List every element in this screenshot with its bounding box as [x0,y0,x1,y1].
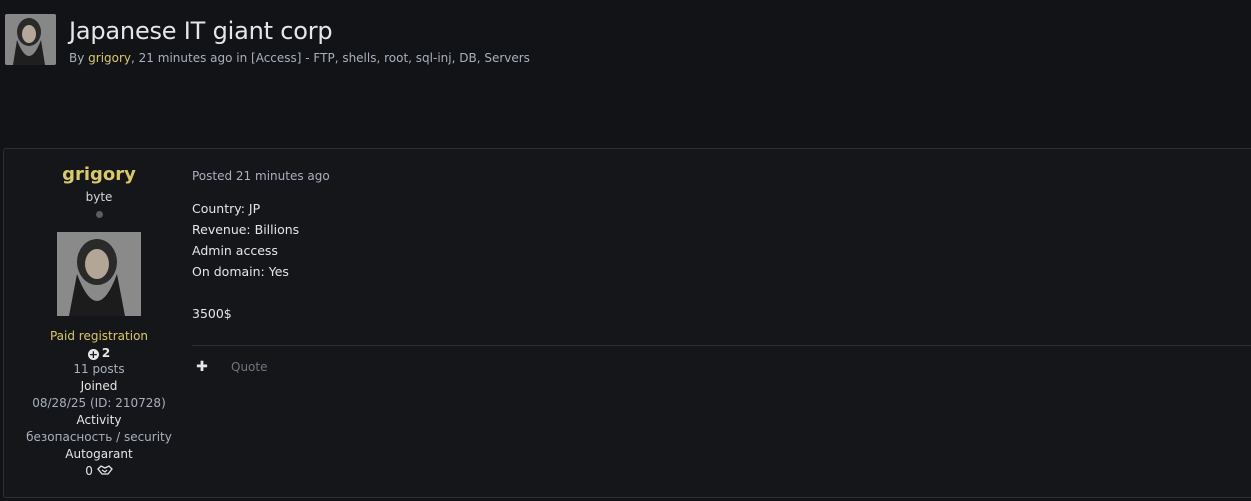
post-line: 3500$ [192,306,232,321]
meta-time: , 21 minutes ago in [131,51,252,65]
avatar[interactable] [5,14,56,65]
avatar-photo [57,232,141,316]
post-line: Country: JP [192,201,261,216]
plus-circle-icon: + [87,348,99,361]
topic-meta: By grigory, 21 minutes ago in [Access] -… [69,50,530,66]
post-actions: ✚ Quote [192,359,267,375]
post-content: Posted 21 minutes ago Country: JP Revenu… [192,149,1251,375]
post-body: Country: JP Revenue: Billions Admin acce… [192,198,1251,324]
topic-header: Japanese IT giant corp By grigory, 21 mi… [5,14,530,66]
activity-label: Activity [76,413,122,427]
post-line: Revenue: Billions [192,222,300,237]
joined-value: 08/28/25 (ID: 210728) [32,396,166,410]
joined-label: Joined [80,379,118,393]
author-rank: byte [85,190,113,204]
post-line [192,282,1251,303]
post-line: On domain: Yes [192,264,289,279]
autogarant-value: 0 [85,464,93,478]
meta-by: By [69,51,89,65]
reputation-value: 2 [101,346,111,360]
handshake-icon [96,465,113,475]
online-status-dot [95,211,103,218]
post-count[interactable]: 11 posts [4,361,194,378]
autogarant-label: Autogarant [65,447,133,461]
author-avatar[interactable] [57,232,141,316]
forum-link[interactable]: [Access] - FTP, shells, root, sql-inj, D… [251,51,530,65]
quote-button[interactable]: Quote [231,360,267,374]
author-link[interactable]: grigory [88,51,131,65]
post-timestamp[interactable]: Posted 21 minutes ago [192,169,1251,183]
activity-value: безопасность / security [26,430,172,444]
plus-icon[interactable]: ✚ [192,359,212,375]
author-group: Paid registration [49,329,149,343]
post-author-name[interactable]: grigory [4,164,194,186]
reputation[interactable]: +2 [4,346,194,361]
post-line: Admin access [192,243,278,258]
autogarant-row: 0 [4,463,194,480]
divider [192,345,1251,346]
post: grigory byte Paid registration +2 11 pos… [3,148,1251,498]
post-author-panel: grigory byte Paid registration +2 11 pos… [4,149,194,480]
avatar-photo [5,14,56,65]
page-title: Japanese IT giant corp [69,17,333,45]
